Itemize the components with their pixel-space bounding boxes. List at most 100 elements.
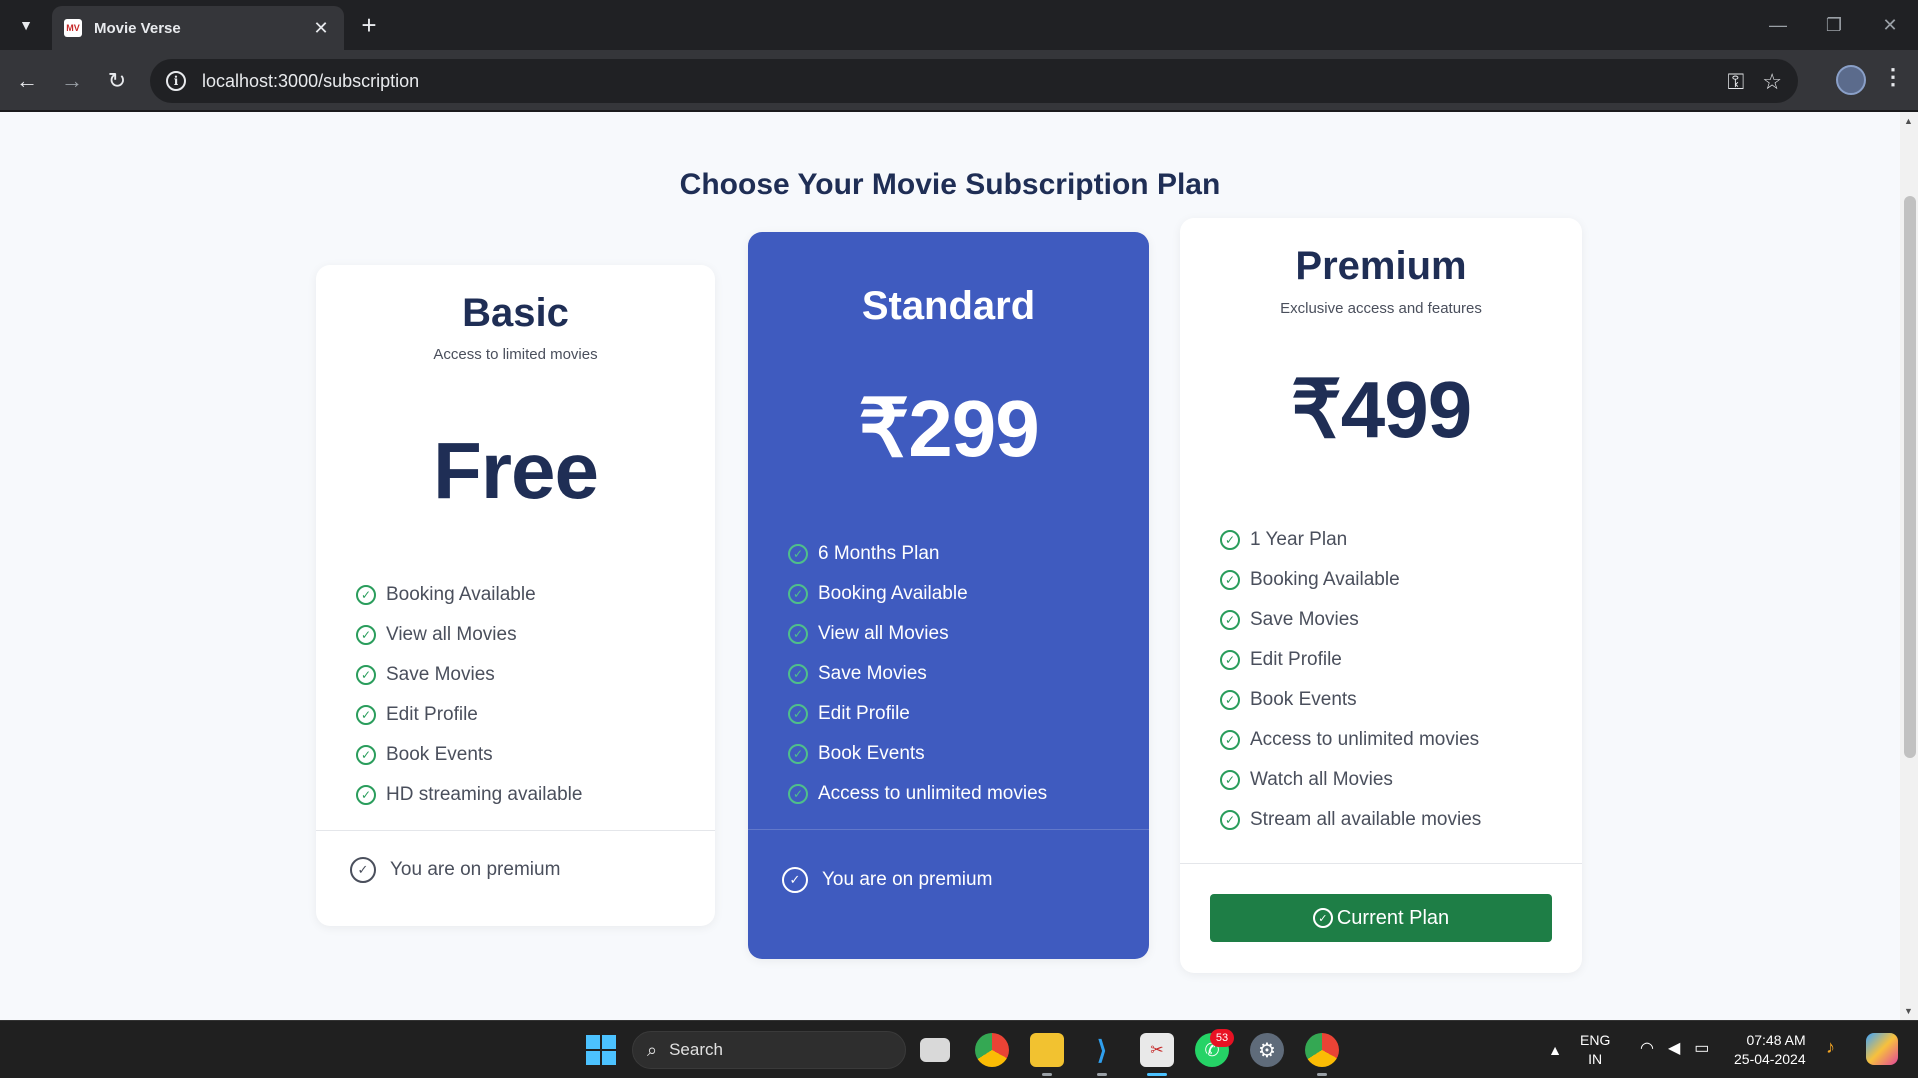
- task-view-icon[interactable]: [920, 1038, 950, 1062]
- reload-icon[interactable]: ↻: [100, 64, 134, 98]
- check-circle-icon: ✓: [1220, 770, 1240, 790]
- feature-item: ✓ Book Events: [356, 735, 582, 775]
- wifi-icon: ◠: [1640, 1040, 1654, 1057]
- new-tab-button[interactable]: +: [354, 10, 384, 40]
- plan-card-standard: Standard ₹299 ✓ 6 Months Plan ✓ Booking Av…: [748, 232, 1149, 959]
- feature-item: ✓ Book Events: [788, 734, 1047, 774]
- browser-tab[interactable]: MV Movie Verse ✕: [52, 6, 344, 50]
- search-icon: ⌕: [647, 1039, 658, 1060]
- feature-label: View all Movies: [818, 623, 949, 644]
- feature-item: ✓ Access to unlimited movies: [1220, 720, 1481, 760]
- feature-item: ✓ Booking Available: [1220, 560, 1481, 600]
- file-explorer-icon[interactable]: [1030, 1033, 1064, 1067]
- chevron-up-icon[interactable]: ▲: [1538, 1033, 1572, 1067]
- feature-item: ✓ Booking Available: [788, 574, 1047, 614]
- feature-label: Edit Profile: [818, 703, 910, 724]
- tab-title: Movie Verse: [94, 19, 181, 37]
- check-circle-icon: ✓: [788, 544, 808, 564]
- feature-label: Edit Profile: [386, 704, 478, 725]
- chrome-profile-icon[interactable]: [1305, 1033, 1339, 1067]
- feature-list: ✓ Booking Available ✓ View all Movies ✓ Sav…: [356, 575, 582, 815]
- check-circle-icon: ✓: [788, 784, 808, 804]
- check-circle-icon: ✓: [1220, 730, 1240, 750]
- feature-item: ✓ Edit Profile: [788, 694, 1047, 734]
- feature-label: Save Movies: [1250, 609, 1359, 630]
- clock[interactable]: 07:48 AM 25-04-2024: [1734, 1031, 1806, 1069]
- close-window-icon[interactable]: ✕: [1862, 0, 1918, 50]
- check-circle-icon: ✓: [1220, 810, 1240, 830]
- close-tab-icon[interactable]: ✕: [310, 18, 332, 39]
- scroll-up-arrow-icon[interactable]: ▲: [1904, 116, 1913, 126]
- system-tray[interactable]: ◠ ◀ ▭: [1640, 1038, 1709, 1058]
- check-circle-icon: ✓: [1220, 690, 1240, 710]
- feature-label: Book Events: [1250, 689, 1357, 710]
- check-circle-icon: ✓: [1312, 908, 1333, 928]
- bookmark-star-icon[interactable]: ☆: [1762, 69, 1782, 95]
- plan-price: ₹299: [858, 384, 1039, 473]
- plan-status: ✓ You are on premium: [782, 867, 992, 893]
- feature-label: Access to unlimited movies: [1250, 729, 1480, 750]
- feature-label: Stream all available movies: [1250, 809, 1482, 830]
- plan-name: Basic: [462, 291, 569, 335]
- browser-tab-strip: ▼ MV Movie Verse ✕ + — ❐ ✕: [0, 0, 1918, 50]
- check-circle-icon: ✓: [356, 625, 376, 645]
- copilot-icon[interactable]: [1866, 1033, 1898, 1065]
- feature-item: ✓ 6 Months Plan: [788, 534, 1047, 574]
- address-bar[interactable]: i localhost:3000/subscription ⚿ ☆: [150, 59, 1798, 103]
- taskbar-search-label: Search: [669, 1040, 723, 1059]
- clock-time: 07:48 AM: [1746, 1032, 1806, 1048]
- check-circle-icon: ✓: [356, 585, 376, 605]
- restore-icon[interactable]: ❐: [1806, 0, 1862, 50]
- feature-item: ✓ View all Movies: [788, 614, 1047, 654]
- start-button[interactable]: [584, 1033, 618, 1067]
- running-indicator: [1097, 1073, 1107, 1076]
- feature-list: ✓ 1 Year Plan ✓ Booking Available ✓ Save Mo…: [1220, 520, 1481, 840]
- clock-date: 25-04-2024: [1734, 1051, 1806, 1067]
- feature-label: 6 Months Plan: [818, 543, 940, 564]
- current-plan-label: Current Plan: [1336, 906, 1450, 929]
- language-code: ENG: [1580, 1032, 1611, 1048]
- snipping-tool-icon[interactable]: ✂: [1140, 1033, 1174, 1067]
- page-scrollbar[interactable]: ▲ ▼: [1900, 112, 1918, 1020]
- feature-item: ✓ Access to unlimited movies: [788, 774, 1047, 814]
- url-text[interactable]: localhost:3000/subscription: [202, 71, 419, 92]
- browser-toolbar: ← → ↻ i localhost:3000/subscription ⚿ ☆ …: [0, 50, 1918, 112]
- notification-bell-icon[interactable]: ♪: [1826, 1037, 1835, 1058]
- language-indicator[interactable]: ENG IN: [1580, 1031, 1610, 1069]
- password-key-icon[interactable]: ⚿: [1728, 69, 1745, 95]
- taskbar-search[interactable]: ⌕ Search: [632, 1031, 906, 1069]
- feature-label: Booking Available: [818, 583, 968, 604]
- plan-description: Exclusive access and features: [1280, 300, 1482, 317]
- plan-status-label: You are on premium: [390, 859, 561, 880]
- chevron-down-icon: ▼: [19, 17, 33, 33]
- check-circle-icon: ✓: [788, 584, 808, 604]
- feature-item: ✓ Book Events: [1220, 680, 1481, 720]
- check-circle-icon: ✓: [1220, 650, 1240, 670]
- profile-avatar[interactable]: [1836, 65, 1866, 95]
- feature-item: ✓ Booking Available: [356, 575, 582, 615]
- check-circle-icon: ✓: [788, 624, 808, 644]
- tab-search-button[interactable]: ▼: [8, 8, 44, 42]
- check-badge-icon: ✓: [350, 857, 376, 883]
- feature-item: ✓ HD streaming available: [356, 775, 582, 815]
- settings-gear-icon[interactable]: ⚙: [1250, 1033, 1284, 1067]
- check-circle-icon: ✓: [356, 745, 376, 765]
- site-info-icon[interactable]: i: [166, 71, 186, 91]
- scroll-down-arrow-icon[interactable]: ▼: [1904, 1006, 1913, 1016]
- chrome-icon[interactable]: [975, 1033, 1009, 1067]
- card-divider: [316, 830, 715, 831]
- battery-icon: ▭: [1694, 1040, 1710, 1057]
- browser-menu-icon[interactable]: ⋮: [1882, 64, 1904, 90]
- check-circle-icon: ✓: [356, 785, 376, 805]
- minimize-icon[interactable]: —: [1750, 0, 1806, 50]
- feature-item: ✓ Watch all Movies: [1220, 760, 1481, 800]
- vscode-icon[interactable]: ⟩: [1085, 1033, 1119, 1067]
- feature-item: ✓ Save Movies: [788, 654, 1047, 694]
- region-code: IN: [1588, 1051, 1603, 1067]
- scrollbar-thumb[interactable]: [1904, 196, 1916, 758]
- back-arrow-icon[interactable]: ←: [10, 64, 44, 98]
- current-plan-button[interactable]: ✓ Current Plan: [1210, 894, 1552, 942]
- volume-icon: ◀: [1667, 1040, 1681, 1057]
- check-circle-icon: ✓: [1220, 610, 1240, 630]
- forward-arrow-icon[interactable]: →: [55, 64, 89, 98]
